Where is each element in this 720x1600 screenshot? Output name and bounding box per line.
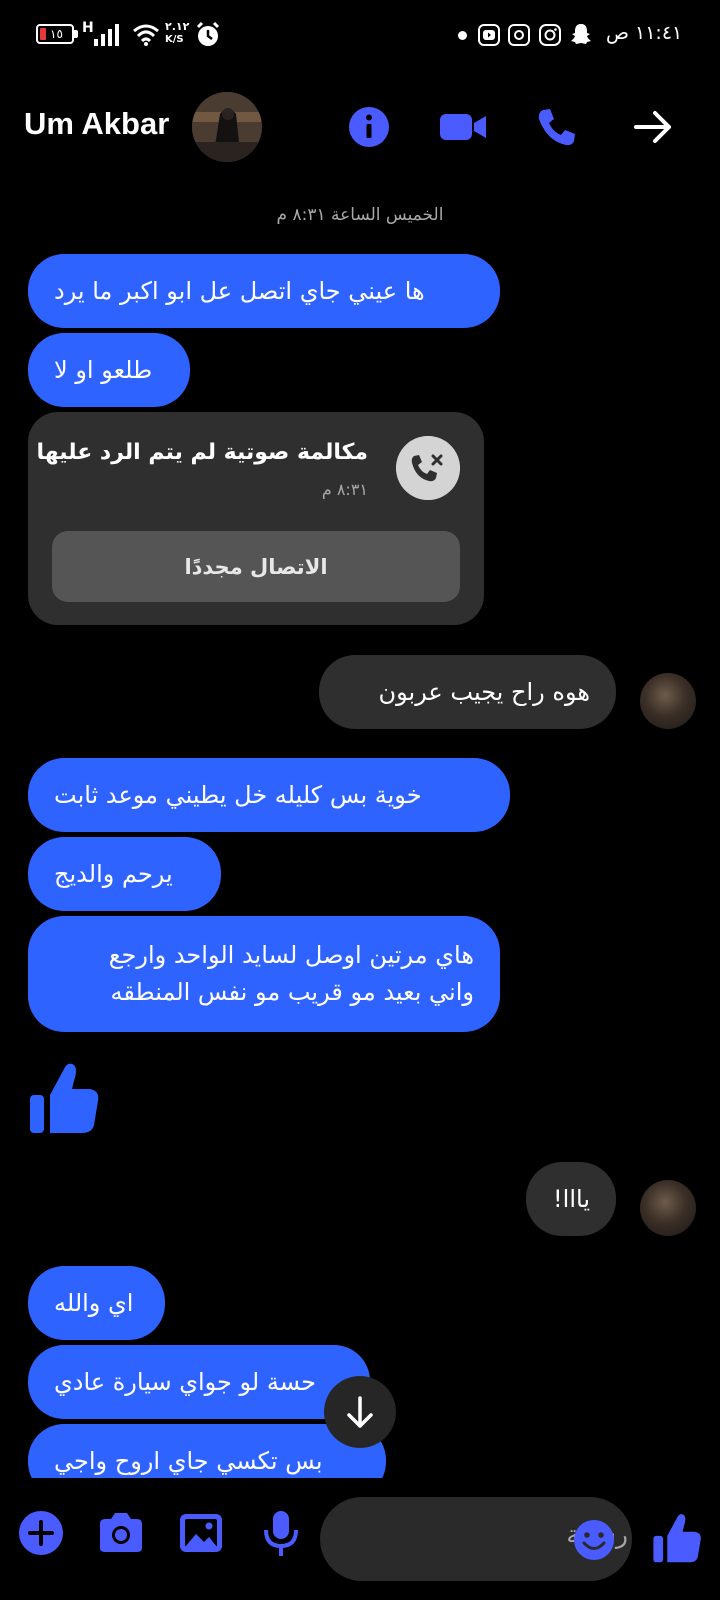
sent-message[interactable]: اي والله xyxy=(28,1266,165,1340)
message-text: يااا! xyxy=(553,1184,590,1213)
snapchat-icon xyxy=(571,24,591,44)
speed-value: ٢.١٢ xyxy=(165,20,190,33)
message-text: بس تكسي جاي اروح واجي xyxy=(54,1446,323,1475)
contact-avatar-small[interactable] xyxy=(640,673,696,729)
received-message[interactable]: هوه راح يجيب عربون xyxy=(319,655,616,729)
battery-level: ١٥ xyxy=(50,27,63,41)
status-bar: ١٥ H ٢.١٢ K/S ١١:٤١ ص xyxy=(0,0,720,70)
contact-name[interactable]: Um Akbar xyxy=(24,106,169,142)
gallery-icon[interactable] xyxy=(174,1506,228,1560)
message-text: طلعو او لا xyxy=(54,355,153,384)
plus-icon[interactable] xyxy=(14,1506,68,1560)
instagram-icon xyxy=(539,24,561,46)
received-message[interactable]: يااا! xyxy=(526,1162,616,1236)
message-text-line: هاي مرتين اوصل لسايد الواحد وارجع xyxy=(108,941,474,969)
phone-icon[interactable] xyxy=(534,104,580,150)
sent-message[interactable]: يرحم والديج xyxy=(28,837,221,911)
thumbs-up-icon[interactable] xyxy=(28,1061,100,1135)
conversation-timestamp: الخميس الساعة ٨:٣١ م xyxy=(276,205,444,225)
sent-message[interactable]: طلعو او لا xyxy=(28,333,190,407)
scroll-to-bottom-button[interactable] xyxy=(324,1376,396,1448)
message-text: يرحم والديج xyxy=(54,859,173,888)
sent-message[interactable]: ها عيني جاي اتصل عل ابو اكبر ما يرد xyxy=(28,254,500,328)
message-text: هوه راح يجيب عربون xyxy=(378,677,590,706)
missed-call-icon xyxy=(396,436,460,500)
youtube-icon xyxy=(478,24,500,46)
camera-icon[interactable] xyxy=(94,1506,148,1560)
sent-message[interactable]: خوية بس كليله خل يطيني موعد ثابت xyxy=(28,758,510,832)
info-icon[interactable] xyxy=(346,104,392,150)
message-text: ها عيني جاي اتصل عل ابو اكبر ما يرد xyxy=(54,276,425,305)
message-text: خوية بس كليله خل يطيني موعد ثابت xyxy=(54,780,422,809)
sent-message[interactable]: هاي مرتين اوصل لسايد الواحد وارجع واني ب… xyxy=(28,916,500,1032)
speed-unit: K/S xyxy=(165,34,184,45)
battery-icon: ١٥ xyxy=(36,24,74,44)
missed-call-title: مكالمة صوتية لم يتم الرد عليها xyxy=(36,440,368,465)
call-again-label: الاتصال مجددًا xyxy=(184,554,328,579)
status-time: ١١:٤١ ص xyxy=(606,22,683,44)
threads-icon xyxy=(508,24,530,46)
message-text: حسة لو جواي سيارة عادي xyxy=(54,1367,316,1396)
microphone-icon[interactable] xyxy=(254,1506,308,1560)
emoji-icon[interactable] xyxy=(572,1518,616,1562)
signal-icon xyxy=(94,24,119,46)
forward-arrow-icon[interactable] xyxy=(630,104,676,150)
dot-icon xyxy=(458,31,467,40)
contact-avatar-small[interactable] xyxy=(640,1180,696,1236)
contact-avatar[interactable] xyxy=(192,92,262,162)
alarm-icon xyxy=(196,22,220,46)
missed-call-time: ٨:٣١ م xyxy=(321,480,368,499)
arrow-down-icon xyxy=(347,1396,373,1428)
message-text-line: واني بعيد مو قريب مو نفس المنطقه xyxy=(110,978,475,1006)
message-text: اي والله xyxy=(54,1288,134,1317)
video-call-icon[interactable] xyxy=(438,104,490,150)
like-button-icon[interactable] xyxy=(652,1512,702,1564)
network-type: H xyxy=(82,20,94,36)
sent-message[interactable]: حسة لو جواي سيارة عادي xyxy=(28,1345,370,1419)
wifi-icon xyxy=(133,24,159,46)
call-again-button[interactable]: الاتصال مجددًا xyxy=(52,531,460,602)
